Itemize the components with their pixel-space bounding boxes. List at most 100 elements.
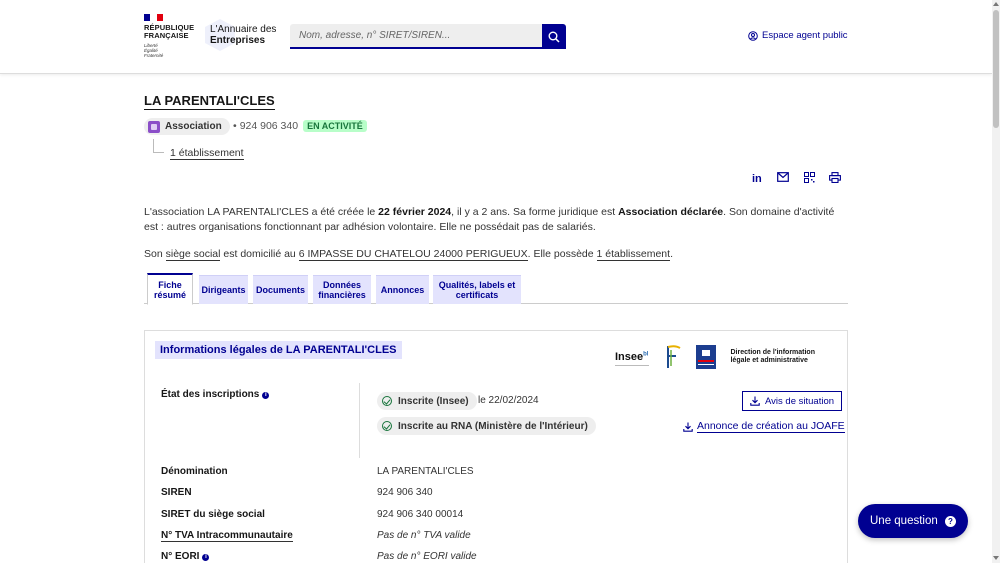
avis-situation-button[interactable]: Avis de situation bbox=[742, 391, 843, 411]
tab-fiche-resume[interactable]: Fiche résumé bbox=[147, 273, 193, 305]
search-bar bbox=[290, 24, 566, 49]
share-toolbar: in bbox=[750, 170, 842, 184]
question-button-label: Une question bbox=[870, 515, 938, 527]
qrcode-icon[interactable] bbox=[802, 170, 816, 184]
french-flag-icon bbox=[144, 14, 163, 21]
status-badge: EN ACTIVITÉ bbox=[303, 120, 367, 132]
dila-logo-text: Direction de l'information légale et adm… bbox=[730, 349, 815, 364]
insee-inscription-label: Inscrite (Insee) bbox=[398, 395, 469, 407]
svg-text:in: in bbox=[752, 173, 762, 183]
download-icon bbox=[683, 422, 693, 432]
joafe-link[interactable]: Annonce de création au JOAFE bbox=[683, 420, 845, 433]
insee-sup: bl bbox=[643, 351, 649, 358]
rna-inscription-label: Inscrite au RNA (Ministère de l'Intérieu… bbox=[398, 420, 588, 432]
desc-text: L'association LA PARENTALI'CLES a été cr… bbox=[144, 206, 379, 218]
panel-title: Informations légales de LA PARENTALI'CLE… bbox=[155, 341, 402, 359]
rf-title-line2: FRANÇAISE bbox=[144, 31, 189, 40]
siren-number: 924 906 340 bbox=[239, 120, 299, 132]
info-icon[interactable]: i bbox=[202, 554, 210, 561]
download-icon bbox=[750, 396, 760, 406]
siege-social-link[interactable]: siège social bbox=[165, 248, 221, 261]
tab-label: résumé bbox=[153, 289, 187, 300]
denomination-value: LA PARENTALI'CLES bbox=[377, 466, 474, 477]
siren-value: 924 906 340 bbox=[377, 487, 433, 498]
question-button[interactable]: Une question ? bbox=[858, 504, 968, 538]
tva-label[interactable]: N° TVA Intracommunautaire bbox=[161, 530, 293, 542]
establishment-count-link[interactable]: 1 établissement bbox=[596, 248, 671, 261]
company-description: L'association LA PARENTALI'CLES a été cr… bbox=[144, 205, 849, 235]
insee-inscription-pill: Inscrite (Insee) bbox=[377, 392, 477, 410]
tab-qualites-labels[interactable]: Qualités, labels et certificats bbox=[433, 275, 521, 304]
question-mark-icon: ? bbox=[945, 515, 956, 527]
site-header: RÉPUBLIQUE FRANÇAISE Liberté Égalité Fra… bbox=[0, 0, 992, 74]
desc-text: Son bbox=[144, 248, 166, 260]
tab-donnees-financieres[interactable]: Données financières bbox=[313, 275, 371, 304]
tab-label: Données bbox=[322, 280, 361, 290]
insee-inscription-date: le 22/02/2024 bbox=[478, 395, 539, 406]
etat-inscriptions-text: État des inscriptions bbox=[161, 389, 260, 400]
tree-connector bbox=[153, 139, 164, 153]
check-circle-icon bbox=[382, 421, 392, 431]
eori-value: Pas de n° EORI valide bbox=[377, 551, 477, 562]
association-badge: Association bbox=[144, 118, 230, 135]
annuaire-logo[interactable]: L'Annuaire des Entreprises bbox=[205, 19, 285, 53]
denomination-label: Dénomination bbox=[161, 466, 228, 477]
info-icon[interactable]: i bbox=[262, 392, 270, 399]
print-icon[interactable] bbox=[828, 170, 842, 184]
eori-label-text: N° EORI bbox=[161, 551, 200, 562]
check-circle-icon bbox=[382, 396, 392, 406]
association-label: Association bbox=[165, 121, 222, 132]
search-input[interactable] bbox=[290, 24, 542, 49]
column-separator bbox=[359, 383, 360, 458]
etat-inscriptions-label: État des inscriptions i bbox=[161, 389, 270, 400]
bullet: • bbox=[233, 120, 237, 132]
scrollbar-thumb[interactable] bbox=[993, 10, 999, 128]
siret-value: 924 906 340 00014 bbox=[377, 509, 464, 520]
legal-info-panel: Informations légales de LA PARENTALI'CLE… bbox=[144, 330, 848, 563]
siren-line: • 924 906 340 EN ACTIVITÉ bbox=[233, 120, 367, 132]
page-scrollbar[interactable] bbox=[992, 0, 1000, 563]
tab-label: certificats bbox=[455, 290, 499, 300]
siret-label: SIRET du siège social bbox=[161, 509, 265, 520]
address-link[interactable]: 6 IMPASSE DU CHATELOU 24000 PERIGUEUX bbox=[298, 248, 528, 261]
insee-text: Insee bbox=[615, 351, 644, 363]
insee-logo: Inseebl bbox=[615, 351, 650, 366]
tva-value: Pas de n° TVA valide bbox=[377, 530, 471, 541]
avis-button-label: Avis de situation bbox=[765, 395, 835, 407]
desc-text: est domicilié au bbox=[220, 248, 299, 260]
republique-francaise-logo[interactable]: RÉPUBLIQUE FRANÇAISE Liberté Égalité Fra… bbox=[144, 14, 200, 58]
search-button[interactable] bbox=[542, 24, 566, 49]
tab-label: Annonces bbox=[380, 285, 425, 295]
establishments-link[interactable]: 1 établissement bbox=[170, 147, 244, 160]
scroll-up-arrow-icon[interactable] bbox=[993, 2, 999, 6]
joafe-link-label: Annonce de création au JOAFE bbox=[697, 420, 845, 433]
site-title-line1: L'Annuaire des bbox=[210, 24, 277, 35]
tab-label: Documents bbox=[255, 285, 305, 295]
site-title-line2: Entreprises bbox=[210, 35, 266, 46]
company-address-paragraph: Son siège social est domicilié au 6 IMPA… bbox=[144, 247, 849, 262]
agent-link-label: Espace agent public bbox=[762, 30, 848, 41]
rf-motto: Liberté Égalité Fraternité bbox=[144, 43, 200, 58]
tab-dirigeants[interactable]: Dirigeants bbox=[199, 275, 248, 304]
tab-annonces[interactable]: Annonces bbox=[376, 275, 429, 304]
company-name: LA PARENTALI'CLES bbox=[144, 93, 275, 110]
tab-documents[interactable]: Documents bbox=[253, 275, 308, 304]
search-icon bbox=[548, 31, 560, 43]
association-icon bbox=[148, 120, 160, 133]
linkedin-icon[interactable]: in bbox=[750, 170, 764, 184]
scroll-down-arrow-icon[interactable] bbox=[993, 556, 999, 560]
rna-inscription-pill: Inscrite au RNA (Ministère de l'Intérieu… bbox=[377, 417, 596, 435]
tab-bar: Fiche résumé Dirigeants Documents Données… bbox=[144, 273, 848, 305]
legal-form: Association déclarée bbox=[618, 206, 724, 218]
desc-text: . bbox=[670, 248, 673, 260]
tva-label-text: N° TVA Intracommunautaire bbox=[161, 530, 293, 542]
desc-text: . Elle possède bbox=[527, 248, 597, 260]
f-logo-icon bbox=[667, 345, 681, 368]
agent-space-link[interactable]: Espace agent public bbox=[748, 30, 848, 41]
creation-date: 22 février 2024 bbox=[378, 206, 452, 218]
tab-label: Qualités, labels et bbox=[438, 280, 516, 290]
tab-label: financières bbox=[318, 290, 366, 300]
mail-icon[interactable] bbox=[776, 170, 790, 184]
tab-label: Dirigeants bbox=[201, 285, 246, 295]
siren-label: SIREN bbox=[161, 487, 192, 498]
